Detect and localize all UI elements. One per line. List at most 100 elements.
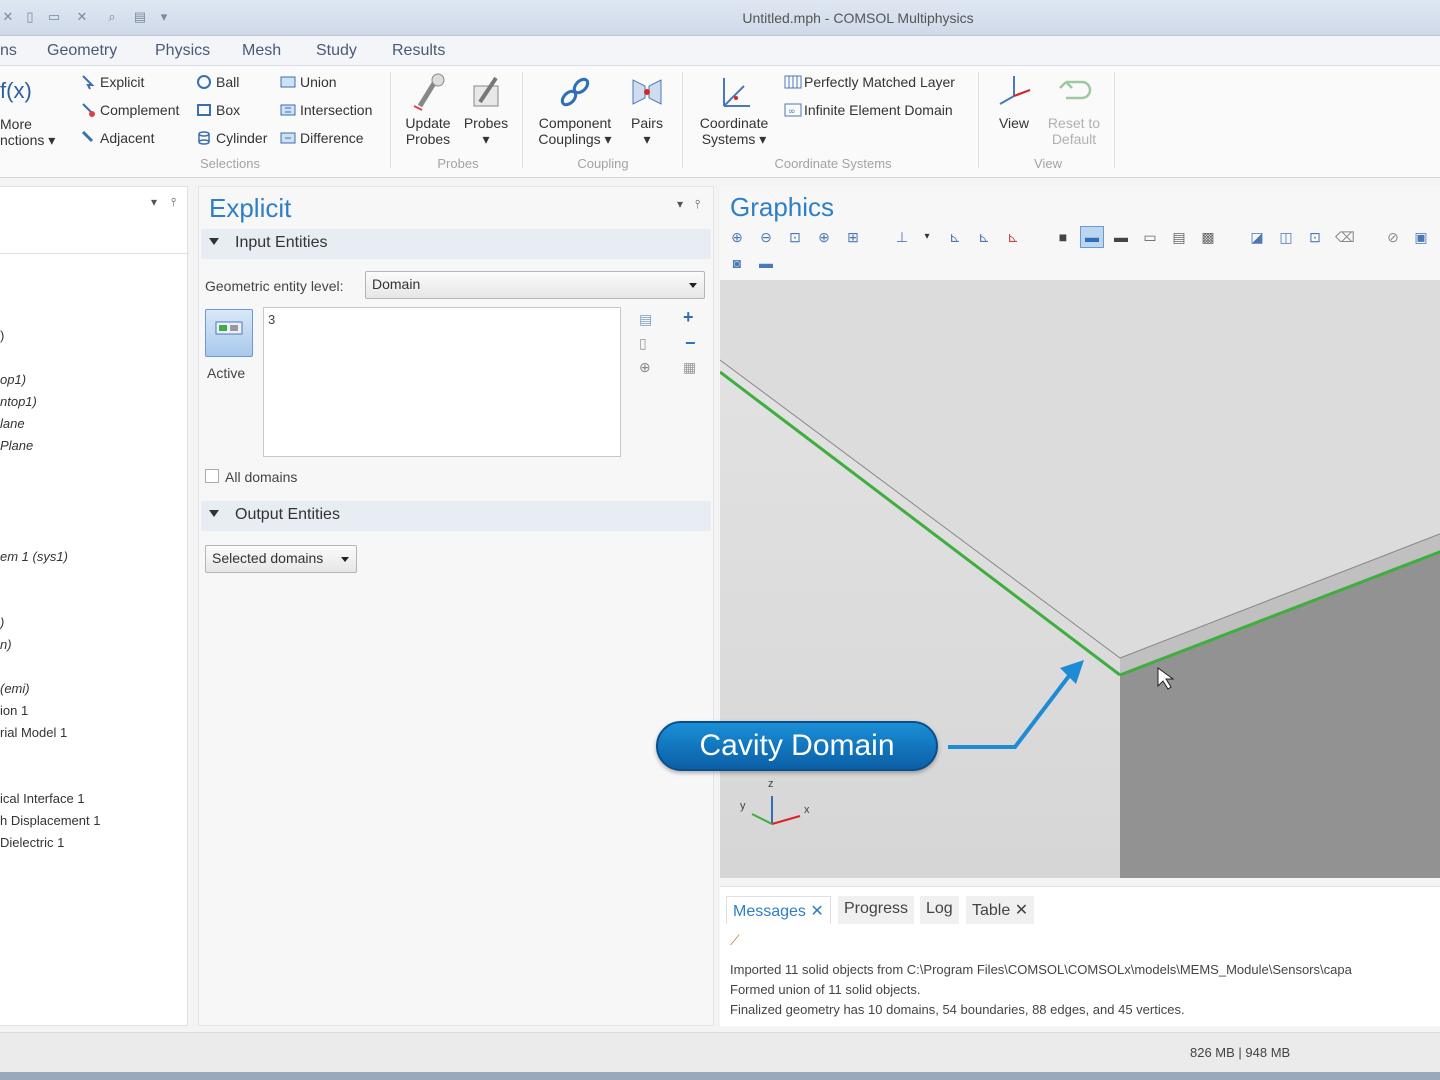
tree-item[interactable]: lane — [0, 416, 25, 431]
window-icon[interactable]: ▣ — [1412, 228, 1430, 246]
cylinder-button[interactable]: Cylinder — [196, 130, 267, 146]
explicit-button[interactable]: Explicit — [80, 74, 144, 90]
infinite-element-domain-button[interactable]: ∞ Infinite Element Domain — [784, 102, 953, 118]
camera-icon[interactable]: ◙ — [728, 254, 746, 272]
zoom-to-selection-icon[interactable]: ⊕ — [639, 359, 651, 376]
add-to-selection-icon[interactable]: + — [683, 307, 694, 328]
tab-results[interactable]: Results — [392, 42, 445, 60]
perfectly-matched-layer-button[interactable]: Perfectly Matched Layer — [784, 74, 955, 90]
tree-item[interactable]: em 1 (sys1) — [0, 549, 68, 564]
cavity-domain-callout: Cavity Domain — [656, 721, 938, 771]
tree-item[interactable]: op1) — [0, 372, 26, 387]
pin-icon[interactable]: ⫯ — [171, 195, 176, 210]
select-points-icon[interactable]: ▤ — [1170, 228, 1188, 246]
tab-physics[interactable]: Physics — [155, 42, 210, 60]
tree-item[interactable]: ical Interface 1 — [0, 791, 85, 806]
tree-item[interactable]: rial Model 1 — [0, 725, 67, 740]
tab-progress[interactable]: Progress — [838, 896, 915, 924]
hide-icon[interactable]: ⊘ — [1384, 228, 1402, 246]
wireframe-icon[interactable]: ◫ — [1277, 228, 1295, 246]
tree-item[interactable]: (emi) — [0, 681, 30, 696]
paste-selection-icon[interactable]: ▤ — [639, 311, 652, 328]
tree-item[interactable]: ) — [0, 328, 4, 343]
tab-messages[interactable]: Messages ✕ — [726, 896, 831, 924]
tab-definitions[interactable]: ns — [0, 42, 17, 60]
ball-button[interactable]: Ball — [196, 74, 239, 90]
update-probes-button[interactable]: Update Probes — [400, 72, 456, 147]
tab-mesh[interactable]: Mesh — [242, 42, 281, 60]
tree-item[interactable]: ion 1 — [0, 703, 28, 718]
zoom-out-icon[interactable]: ⊖ — [757, 228, 775, 246]
complement-button[interactable]: Complement — [80, 102, 179, 118]
coordinate-systems-label-1: Coordinate — [699, 115, 769, 131]
transparency-icon[interactable]: ◪ — [1248, 228, 1266, 246]
clear-selection-icon[interactable]: ⌫ — [1335, 228, 1355, 246]
tree-item[interactable]: n) — [0, 637, 12, 652]
more-functions-button[interactable]: More nctions ▾ — [0, 116, 55, 148]
intersection-label: Intersection — [300, 102, 373, 118]
chevron-down-icon[interactable]: ▾ — [918, 228, 936, 246]
clear-messages-icon[interactable]: ⟋ — [730, 932, 740, 949]
tree-item[interactable]: ) — [0, 615, 4, 630]
chevron-down-icon — [341, 557, 349, 562]
zoom-selected-icon[interactable]: ⊕ — [815, 228, 833, 246]
title-bar: ✕ ▯ ▭ ✕ ⌕ ▤ ▾ Untitled.mph - COMSOL Mult… — [0, 0, 1440, 36]
geometry-rendering — [720, 280, 1440, 878]
view-xy-icon[interactable]: ⊾ — [946, 228, 964, 246]
scene-light-icon[interactable]: ⊡ — [1306, 228, 1324, 246]
intersection-button[interactable]: Intersection — [280, 102, 372, 118]
zoom-box-icon[interactable]: ⊡ — [786, 228, 804, 246]
view-zx-icon[interactable]: ⊾ — [1004, 228, 1022, 246]
difference-button[interactable]: Difference — [280, 130, 364, 146]
select-all-icon[interactable]: ▩ — [1199, 228, 1217, 246]
select-domains-button[interactable]: ▬ — [1080, 226, 1104, 248]
tab-table[interactable]: Table ✕ — [966, 896, 1035, 924]
component-couplings-button[interactable]: Component Couplings ▾ — [530, 72, 620, 147]
svg-text:∞: ∞ — [788, 107, 796, 117]
output-entities-select[interactable]: Selected domains — [205, 545, 357, 573]
box-button[interactable]: Box — [196, 102, 240, 118]
active-toggle-button[interactable] — [205, 309, 253, 357]
view-axis-icon[interactable]: ⊥ — [893, 228, 911, 246]
zoom-in-icon[interactable]: ⊕ — [728, 228, 746, 246]
view-yz-icon[interactable]: ⊾ — [975, 228, 993, 246]
selection-list[interactable]: 3 — [263, 307, 621, 457]
tree-item[interactable]: Dielectric 1 — [0, 835, 64, 850]
coordinate-systems-button[interactable]: Coordinate Systems ▾ — [692, 72, 776, 147]
selection-list-item[interactable]: 3 — [268, 312, 275, 327]
panel-menu-icon[interactable]: ▾ — [677, 197, 683, 211]
pairs-button[interactable]: Pairs ▾ — [624, 72, 670, 147]
union-button[interactable]: Union — [280, 74, 337, 90]
memory-usage: 826 MB | 948 MB — [1190, 1045, 1291, 1060]
all-domains-checkbox[interactable] — [205, 469, 219, 483]
select-objects-icon[interactable]: ■ — [1054, 228, 1072, 246]
output-entities-section[interactable]: Output Entities — [201, 501, 711, 531]
view-button[interactable]: View — [990, 72, 1038, 131]
function-icon[interactable]: f(x) — [0, 78, 32, 104]
graphics-viewport[interactable] — [720, 280, 1440, 878]
tree-item[interactable]: Plane — [0, 438, 33, 453]
ball-label: Ball — [216, 74, 240, 90]
adjacent-label: Adjacent — [100, 130, 155, 146]
probes-button[interactable]: Probes ▾ — [460, 72, 512, 147]
zoom-extents-icon[interactable]: ⊞ — [844, 228, 862, 246]
clear-selection-icon[interactable]: ▦ — [683, 359, 696, 376]
reset-label-2: Default — [1051, 131, 1097, 147]
tab-study[interactable]: Study — [316, 42, 357, 60]
tree-item[interactable]: h Displacement 1 — [0, 813, 100, 828]
pin-icon[interactable]: ⫯ — [695, 197, 700, 212]
input-entities-section[interactable]: Input Entities — [201, 229, 711, 259]
panel-menu-icon[interactable]: ▾ — [151, 195, 157, 209]
print-icon[interactable]: ▬ — [757, 254, 775, 272]
select-edges-icon[interactable]: ▭ — [1141, 228, 1159, 246]
tab-geometry[interactable]: Geometry — [47, 42, 117, 60]
reset-to-default-button[interactable]: Reset to Default — [1044, 72, 1104, 147]
select-boundaries-icon[interactable]: ▬ — [1112, 228, 1130, 246]
collapse-arrow-icon — [209, 238, 219, 245]
copy-selection-icon[interactable]: ▯ — [639, 335, 647, 352]
tree-item[interactable]: ntop1) — [0, 394, 37, 409]
remove-from-selection-icon[interactable]: − — [685, 333, 696, 354]
tab-log[interactable]: Log — [920, 896, 959, 924]
entity-level-select[interactable]: Domain — [365, 271, 705, 299]
adjacent-button[interactable]: Adjacent — [80, 130, 154, 146]
